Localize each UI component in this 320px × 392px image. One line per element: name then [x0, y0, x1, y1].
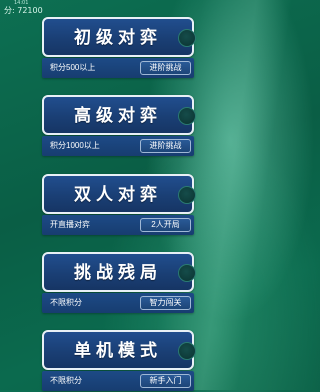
mode-action-button[interactable]: 进阶挑战	[140, 61, 191, 75]
mode-title: 单机模式	[74, 341, 162, 361]
mode-title-panel[interactable]: 高级对弈	[42, 95, 196, 135]
mode-action-button[interactable]: 新手入门	[140, 374, 191, 388]
mode-action-button[interactable]: 智力闯关	[140, 296, 191, 310]
knob-decoration	[178, 186, 196, 204]
mode-title: 初级对弈	[74, 28, 162, 48]
mode-info-bar: 开直播对弈 2人开局	[42, 215, 194, 235]
knob-decoration	[178, 264, 196, 282]
knob-decoration	[178, 342, 196, 360]
mode-action-button[interactable]: 2人开局	[140, 218, 191, 232]
mode-info-bar: 不限积分 新手入门	[42, 371, 194, 391]
mode-info-bar: 不限积分 智力闯关	[42, 293, 194, 313]
mode-card-two-player[interactable]: 双人对弈 开直播对弈 2人开局	[42, 174, 196, 236]
mode-info-bar: 积分500以上 进阶挑战	[42, 58, 194, 78]
mode-card-single-player[interactable]: 单机模式 不限积分 新手入门	[42, 330, 196, 392]
status-bar: 14:01 分: 72100	[4, 0, 43, 15]
mode-card-advanced[interactable]: 高级对弈 积分1000以上 进阶挑战	[42, 95, 196, 157]
mode-card-endgame[interactable]: 挑战残局 不限积分 智力闯关	[42, 252, 196, 314]
knob-decoration	[178, 29, 196, 47]
mode-requirement: 开直播对弈	[50, 220, 90, 229]
mode-title-panel[interactable]: 初级对弈	[42, 17, 196, 57]
score-display: 分: 72100	[4, 6, 43, 15]
mode-requirement: 积分1000以上	[50, 141, 100, 150]
mode-title-panel[interactable]: 双人对弈	[42, 174, 196, 214]
mode-requirement: 不限积分	[50, 376, 82, 385]
mode-title-panel[interactable]: 挑战残局	[42, 252, 196, 292]
mode-action-button[interactable]: 进阶挑战	[140, 139, 191, 153]
mode-title-panel[interactable]: 单机模式	[42, 330, 196, 370]
knob-decoration	[178, 107, 196, 125]
mode-card-beginner[interactable]: 初级对弈 积分500以上 进阶挑战	[42, 17, 196, 79]
mode-requirement: 不限积分	[50, 298, 82, 307]
mode-title: 双人对弈	[74, 185, 162, 205]
mode-requirement: 积分500以上	[50, 63, 96, 72]
mode-title: 挑战残局	[74, 263, 162, 283]
mode-title: 高级对弈	[74, 106, 162, 126]
mode-info-bar: 积分1000以上 进阶挑战	[42, 136, 194, 156]
